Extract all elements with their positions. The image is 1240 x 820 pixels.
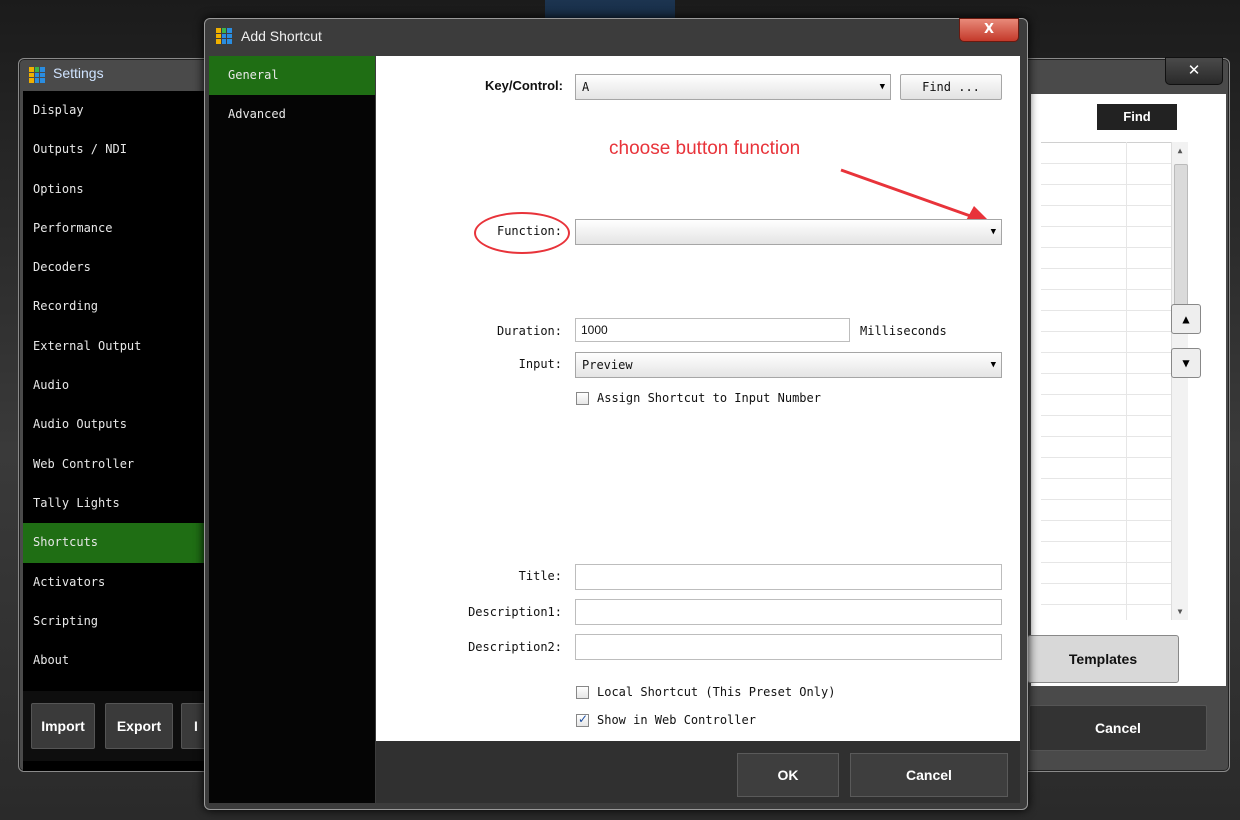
dialog-footer: OK Cancel [376, 741, 1020, 803]
dialog-form: Key/Control: A ▼ Find ... choose button … [376, 56, 1020, 741]
duration-unit-label: Milliseconds [860, 324, 947, 338]
function-label: Function: [496, 224, 562, 238]
sidebar-item-recording[interactable]: Recording [23, 287, 209, 326]
table-scrollbar[interactable]: ▲ ▼ [1171, 142, 1188, 620]
local-shortcut-checkbox[interactable] [576, 686, 589, 699]
dialog-title: Add Shortcut [241, 28, 322, 44]
chevron-down-icon: ▼ [990, 360, 996, 370]
settings-cancel-button[interactable]: Cancel [1029, 705, 1207, 751]
annotation-text: choose button function [609, 138, 801, 159]
app-logo-icon [216, 28, 232, 44]
sidebar-item-web-controller[interactable]: Web Controller [23, 445, 209, 484]
chevron-down-icon: ▼ [990, 227, 996, 237]
duration-label: Duration: [496, 324, 562, 338]
input-value: Preview [582, 358, 633, 372]
sidebar-item-external-output[interactable]: External Output [23, 327, 209, 366]
shortcuts-list-panel: Find ▲ ▼ [1031, 94, 1226, 686]
sidebar-item-decoders[interactable]: Decoders [23, 248, 209, 287]
input-select[interactable]: Preview ▼ [575, 352, 1002, 378]
sidebar-item-scripting[interactable]: Scripting [23, 602, 209, 641]
move-down-button[interactable]: ▼ [1171, 348, 1201, 378]
settings-bottom-bar: Import Export I [23, 691, 211, 761]
sidebar-item-shortcuts[interactable]: Shortcuts [23, 523, 209, 563]
sidebar-item-about[interactable]: About [23, 641, 209, 680]
description2-label: Description2: [468, 640, 562, 654]
app-logo-icon [29, 67, 45, 83]
chevron-down-icon: ▼ [879, 82, 885, 92]
description2-input[interactable] [575, 634, 1002, 660]
find-key-button[interactable]: Find ... [900, 74, 1002, 100]
title-input[interactable] [575, 564, 1002, 590]
scroll-up-icon[interactable]: ▲ [1172, 146, 1188, 155]
title-label: Title: [518, 569, 562, 583]
tab-advanced[interactable]: Advanced [209, 95, 375, 134]
table-column-divider [1126, 142, 1127, 620]
add-shortcut-dialog: Add Shortcut X General Advanced Key/Cont… [204, 18, 1028, 810]
settings-close-button[interactable]: ✕ [1165, 57, 1223, 85]
show-in-web-checkbox[interactable] [576, 712, 589, 727]
description1-label: Description1: [468, 605, 562, 619]
sidebar-item-options[interactable]: Options [23, 170, 209, 209]
key-control-select[interactable]: A ▼ [575, 74, 891, 100]
sidebar-item-activators[interactable]: Activators [23, 563, 209, 602]
dialog-nav: General Advanced [209, 56, 375, 803]
dialog-close-button[interactable]: X [959, 18, 1019, 42]
find-button[interactable]: Find [1097, 104, 1177, 130]
move-up-button[interactable]: ▲ [1171, 304, 1201, 334]
sidebar-item-audio-outputs[interactable]: Audio Outputs [23, 405, 209, 444]
scrollbar-thumb[interactable] [1174, 164, 1188, 316]
duration-input[interactable] [575, 318, 850, 342]
templates-button[interactable]: Templates [1027, 635, 1179, 683]
sidebar-item-tally-lights[interactable]: Tally Lights [23, 484, 209, 523]
sidebar-item-performance[interactable]: Performance [23, 209, 209, 248]
scroll-down-icon[interactable]: ▼ [1172, 607, 1188, 616]
cancel-button[interactable]: Cancel [850, 753, 1008, 797]
sidebar-item-display[interactable]: Display [23, 91, 209, 130]
description1-input[interactable] [575, 599, 1002, 625]
show-in-web-label[interactable]: Show in Web Controller [597, 713, 756, 727]
assign-input-checkbox[interactable] [576, 392, 589, 405]
tab-general[interactable]: General [209, 56, 375, 95]
local-shortcut-label[interactable]: Local Shortcut (This Preset Only) [597, 685, 835, 699]
import-button[interactable]: Import [31, 703, 95, 749]
assign-input-label[interactable]: Assign Shortcut to Input Number [597, 391, 821, 405]
ok-button[interactable]: OK [737, 753, 839, 797]
sidebar-item-outputs-ndi[interactable]: Outputs / NDI [23, 130, 209, 169]
export-button[interactable]: Export [105, 703, 173, 749]
key-control-value: A [582, 80, 590, 94]
input-label: Input: [518, 357, 562, 371]
settings-title: Settings [53, 65, 104, 81]
function-select[interactable]: ▼ [575, 219, 1002, 245]
key-control-label: Key/Control: [485, 78, 563, 93]
settings-nav: Display Outputs / NDI Options Performanc… [23, 91, 209, 771]
sidebar-item-audio[interactable]: Audio [23, 366, 209, 405]
shortcuts-table[interactable] [1041, 142, 1171, 621]
